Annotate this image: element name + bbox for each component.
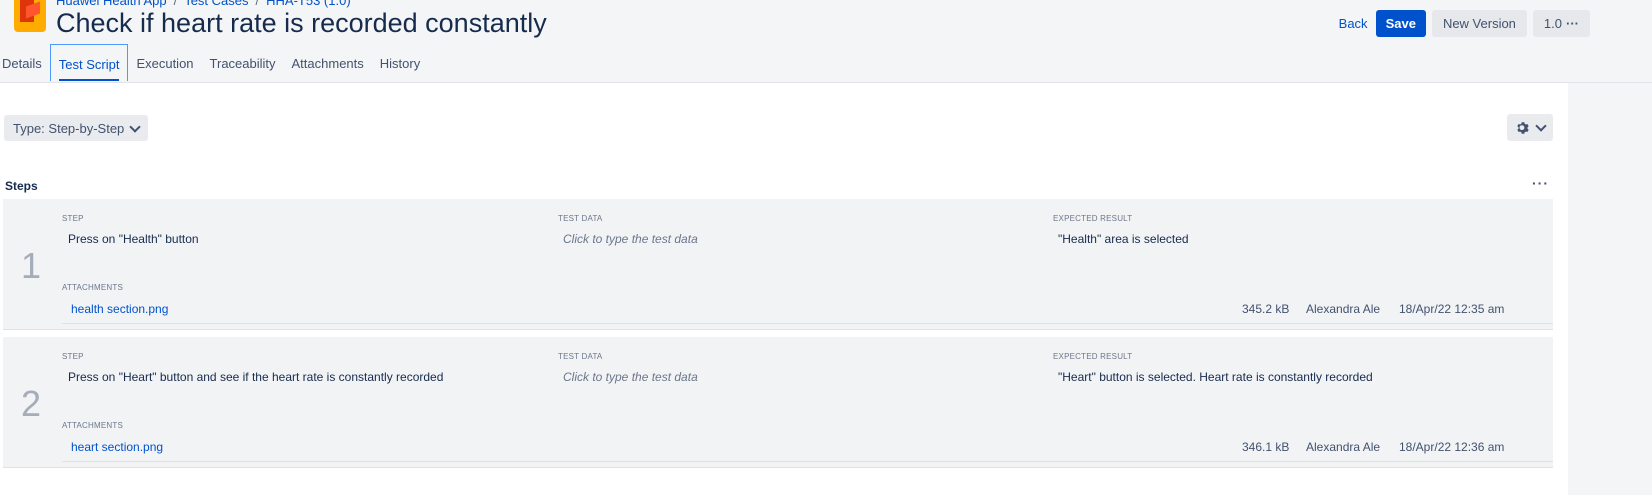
- expected-result-label: EXPECTED RESULT: [1053, 352, 1133, 361]
- test-data-label: TEST DATA: [558, 214, 603, 223]
- page-title: Check if heart rate is recorded constant…: [56, 8, 547, 38]
- step-row[interactable]: 1 STEP Press on "Health" button TEST DAT…: [3, 199, 1553, 330]
- gear-icon: [1516, 121, 1529, 134]
- step-description[interactable]: Press on "Health" button: [68, 232, 199, 246]
- test-data-label: TEST DATA: [558, 352, 603, 361]
- divider: [62, 461, 1553, 462]
- tab-details[interactable]: Details: [0, 44, 50, 81]
- test-script-panel: Type: Step-by-Step Steps ··· 1 STEP Pres…: [0, 83, 1568, 495]
- script-type-select[interactable]: Type: Step-by-Step: [4, 115, 149, 141]
- tab-execution[interactable]: Execution: [128, 44, 201, 81]
- tab-history[interactable]: History: [372, 44, 428, 81]
- step-number: 2: [21, 383, 42, 424]
- chevron-down-icon: [129, 120, 141, 133]
- test-data-field[interactable]: Click to type the test data: [563, 370, 698, 384]
- breadcrumb-test-case-key[interactable]: HHA-T53 (1.0): [266, 0, 351, 8]
- attachment-size: 346.1 kB: [1242, 440, 1290, 454]
- tab-test-script[interactable]: Test Script: [49, 44, 129, 81]
- steps-heading: Steps: [5, 179, 38, 193]
- version-label: 1.0: [1543, 16, 1562, 31]
- back-button[interactable]: Back: [1337, 11, 1370, 36]
- attachment-author: Alexandra Ale: [1306, 302, 1381, 316]
- attachments-label: ATTACHMENTS: [62, 283, 124, 292]
- breadcrumb-project[interactable]: Huawei Health App: [56, 0, 167, 8]
- page-header: Huawei Health App / Test Cases / HHA-T53 (1.…: [0, 0, 1652, 83]
- step-label: STEP: [62, 214, 84, 223]
- divider: [62, 323, 1553, 324]
- expected-result[interactable]: "Heart" button is selected. Heart rate i…: [1058, 370, 1373, 384]
- tab-bar: Details Test Script Execution Traceabili…: [0, 44, 428, 81]
- attachment-size: 345.2 kB: [1242, 302, 1290, 316]
- attachment-date: 18/Apr/22 12:36 am: [1399, 440, 1505, 454]
- attachment-author: Alexandra Ale: [1306, 440, 1381, 454]
- test-data-field[interactable]: Click to type the test data: [563, 232, 698, 246]
- step-description[interactable]: Press on "Heart" button and see if the h…: [68, 370, 443, 384]
- attachment-date: 18/Apr/22 12:35 am: [1399, 302, 1505, 316]
- more-icon: ···: [1566, 16, 1579, 31]
- step-row[interactable]: 2 STEP Press on "Heart" button and see i…: [3, 337, 1553, 468]
- header-actions: Back Save New Version 1.0 ···: [1337, 10, 1590, 37]
- step-label: STEP: [62, 352, 84, 361]
- breadcrumb: Huawei Health App / Test Cases / HHA-T53 (1.…: [56, 0, 351, 8]
- expected-result[interactable]: "Health" area is selected: [1058, 232, 1189, 246]
- expected-result-label: EXPECTED RESULT: [1053, 214, 1133, 223]
- new-version-button[interactable]: New Version: [1431, 10, 1527, 37]
- project-logo[interactable]: [14, 0, 46, 32]
- chevron-down-icon: [1534, 120, 1547, 132]
- attachment-link[interactable]: health section.png: [71, 302, 168, 316]
- attachment-link[interactable]: heart section.png: [71, 440, 163, 454]
- script-type-label: Type: Step-by-Step: [13, 120, 125, 136]
- tab-attachments[interactable]: Attachments: [284, 44, 372, 81]
- attachments-label: ATTACHMENTS: [62, 421, 124, 430]
- steps-more-button[interactable]: ···: [1532, 175, 1549, 191]
- breadcrumb-test-cases[interactable]: Test Cases: [184, 0, 248, 8]
- settings-button[interactable]: [1507, 114, 1553, 141]
- save-button[interactable]: Save: [1375, 10, 1426, 37]
- version-menu-button[interactable]: 1.0 ···: [1532, 10, 1590, 37]
- tab-traceability[interactable]: Traceability: [202, 44, 284, 81]
- step-number: 1: [21, 245, 42, 286]
